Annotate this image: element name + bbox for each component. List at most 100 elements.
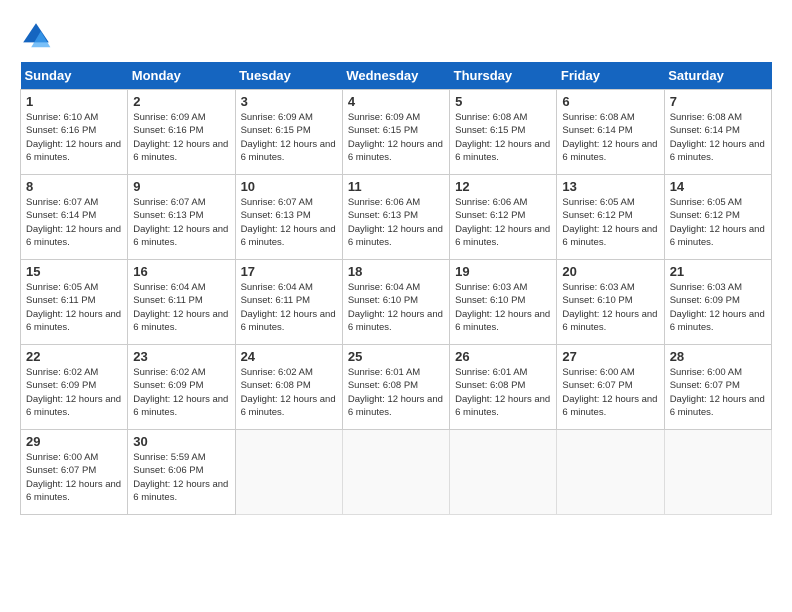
day-number: 24 (241, 349, 337, 364)
day-number: 3 (241, 94, 337, 109)
empty-cell (342, 430, 449, 515)
day-info: Sunrise: 6:07 AMSunset: 6:14 PMDaylight:… (26, 196, 122, 249)
day-info: Sunrise: 6:08 AMSunset: 6:14 PMDaylight:… (562, 111, 658, 164)
day-number: 16 (133, 264, 229, 279)
day-info: Sunrise: 6:01 AMSunset: 6:08 PMDaylight:… (455, 366, 551, 419)
calendar-day-12: 12Sunrise: 6:06 AMSunset: 6:12 PMDayligh… (450, 175, 557, 260)
calendar-day-23: 23 Sunrise: 6:02 AMSunset: 6:09 PMDayligh… (128, 345, 235, 430)
day-info: Sunrise: 6:08 AMSunset: 6:14 PMDaylight:… (670, 111, 766, 164)
day-number: 6 (562, 94, 658, 109)
calendar-week-4: 22 Sunrise: 6:02 AMSunset: 6:09 PMDayligh… (21, 345, 772, 430)
calendar-day-7: 7 Sunrise: 6:08 AMSunset: 6:14 PMDaylight… (664, 90, 771, 175)
day-info: Sunrise: 6:09 AMSunset: 6:16 PMDaylight:… (133, 111, 229, 164)
day-number: 29 (26, 434, 122, 449)
calendar-day-8: 8 Sunrise: 6:07 AMSunset: 6:14 PMDaylight… (21, 175, 128, 260)
weekday-header-saturday: Saturday (664, 62, 771, 90)
empty-cell (557, 430, 664, 515)
weekday-header-monday: Monday (128, 62, 235, 90)
calendar-day-14: 14Sunrise: 6:05 AMSunset: 6:12 PMDayligh… (664, 175, 771, 260)
calendar-day-6: 6 Sunrise: 6:08 AMSunset: 6:14 PMDaylight… (557, 90, 664, 175)
weekday-header-tuesday: Tuesday (235, 62, 342, 90)
day-info: Sunrise: 6:05 AMSunset: 6:11 PMDaylight:… (26, 281, 122, 334)
calendar-day-5: 5 Sunrise: 6:08 AMSunset: 6:15 PMDaylight… (450, 90, 557, 175)
day-number: 17 (241, 264, 337, 279)
calendar-day-30: 30 Sunrise: 5:59 AMSunset: 6:06 PMDayligh… (128, 430, 235, 515)
weekday-header-sunday: Sunday (21, 62, 128, 90)
empty-cell (450, 430, 557, 515)
day-number: 1 (26, 94, 122, 109)
calendar-day-29: 29 Sunrise: 6:00 AMSunset: 6:07 PMDayligh… (21, 430, 128, 515)
day-info: Sunrise: 6:06 AMSunset: 6:13 PMDaylight:… (348, 196, 444, 249)
day-info: Sunrise: 6:04 AMSunset: 6:11 PMDaylight:… (133, 281, 229, 334)
page-header (20, 20, 772, 52)
calendar-day-26: 26 Sunrise: 6:01 AMSunset: 6:08 PMDayligh… (450, 345, 557, 430)
calendar-day-25: 25 Sunrise: 6:01 AMSunset: 6:08 PMDayligh… (342, 345, 449, 430)
day-number: 10 (241, 179, 337, 194)
calendar-week-5: 29 Sunrise: 6:00 AMSunset: 6:07 PMDayligh… (21, 430, 772, 515)
day-info: Sunrise: 6:00 AMSunset: 6:07 PMDaylight:… (562, 366, 658, 419)
calendar-day-15: 15Sunrise: 6:05 AMSunset: 6:11 PMDayligh… (21, 260, 128, 345)
day-number: 30 (133, 434, 229, 449)
day-info: Sunrise: 6:04 AMSunset: 6:10 PMDaylight:… (348, 281, 444, 334)
day-number: 27 (562, 349, 658, 364)
day-info: Sunrise: 6:09 AMSunset: 6:15 PMDaylight:… (241, 111, 337, 164)
weekday-header-friday: Friday (557, 62, 664, 90)
calendar-day-18: 18 Sunrise: 6:04 AMSunset: 6:10 PMDayligh… (342, 260, 449, 345)
day-info: Sunrise: 6:09 AMSunset: 6:15 PMDaylight:… (348, 111, 444, 164)
day-info: Sunrise: 6:03 AMSunset: 6:10 PMDaylight:… (455, 281, 551, 334)
weekday-header-wednesday: Wednesday (342, 62, 449, 90)
calendar-day-10: 10 Sunrise: 6:07 AMSunset: 6:13 PMDayligh… (235, 175, 342, 260)
calendar-day-19: 19Sunrise: 6:03 AMSunset: 6:10 PMDayligh… (450, 260, 557, 345)
day-info: Sunrise: 6:01 AMSunset: 6:08 PMDaylight:… (348, 366, 444, 419)
day-number: 21 (670, 264, 766, 279)
calendar-day-28: 28 Sunrise: 6:00 AMSunset: 6:07 PMDayligh… (664, 345, 771, 430)
day-number: 8 (26, 179, 122, 194)
day-info: Sunrise: 6:05 AMSunset: 6:12 PMDaylight:… (562, 196, 658, 249)
calendar-day-16: 16 Sunrise: 6:04 AMSunset: 6:11 PMDayligh… (128, 260, 235, 345)
day-info: Sunrise: 6:10 AMSunset: 6:16 PMDaylight:… (26, 111, 122, 164)
calendar-day-20: 20 Sunrise: 6:03 AMSunset: 6:10 PMDayligh… (557, 260, 664, 345)
day-info: Sunrise: 6:07 AMSunset: 6:13 PMDaylight:… (241, 196, 337, 249)
calendar-day-4: 4Sunrise: 6:09 AMSunset: 6:15 PMDaylight… (342, 90, 449, 175)
day-info: Sunrise: 6:08 AMSunset: 6:15 PMDaylight:… (455, 111, 551, 164)
calendar-table: SundayMondayTuesdayWednesdayThursdayFrid… (20, 62, 772, 515)
calendar-day-22: 22 Sunrise: 6:02 AMSunset: 6:09 PMDayligh… (21, 345, 128, 430)
calendar-day-21: 21Sunrise: 6:03 AMSunset: 6:09 PMDayligh… (664, 260, 771, 345)
weekday-header-row: SundayMondayTuesdayWednesdayThursdayFrid… (21, 62, 772, 90)
day-number: 7 (670, 94, 766, 109)
empty-cell (235, 430, 342, 515)
day-info: Sunrise: 6:03 AMSunset: 6:10 PMDaylight:… (562, 281, 658, 334)
calendar-day-13: 13Sunrise: 6:05 AMSunset: 6:12 PMDayligh… (557, 175, 664, 260)
day-number: 2 (133, 94, 229, 109)
day-number: 9 (133, 179, 229, 194)
logo-icon (20, 20, 52, 52)
day-number: 25 (348, 349, 444, 364)
calendar-day-17: 17 Sunrise: 6:04 AMSunset: 6:11 PMDayligh… (235, 260, 342, 345)
day-info: Sunrise: 6:04 AMSunset: 6:11 PMDaylight:… (241, 281, 337, 334)
day-info: Sunrise: 6:02 AMSunset: 6:08 PMDaylight:… (241, 366, 337, 419)
day-info: Sunrise: 6:00 AMSunset: 6:07 PMDaylight:… (26, 451, 122, 504)
calendar-week-2: 8 Sunrise: 6:07 AMSunset: 6:14 PMDaylight… (21, 175, 772, 260)
day-number: 12 (455, 179, 551, 194)
day-number: 26 (455, 349, 551, 364)
empty-cell (664, 430, 771, 515)
day-info: Sunrise: 6:02 AMSunset: 6:09 PMDaylight:… (133, 366, 229, 419)
calendar-day-3: 3 Sunrise: 6:09 AMSunset: 6:15 PMDaylight… (235, 90, 342, 175)
logo (20, 20, 56, 52)
day-number: 20 (562, 264, 658, 279)
day-number: 18 (348, 264, 444, 279)
day-number: 28 (670, 349, 766, 364)
day-info: Sunrise: 6:02 AMSunset: 6:09 PMDaylight:… (26, 366, 122, 419)
day-number: 11 (348, 179, 444, 194)
calendar-week-1: 1 Sunrise: 6:10 AMSunset: 6:16 PMDaylight… (21, 90, 772, 175)
day-number: 23 (133, 349, 229, 364)
calendar-day-24: 24 Sunrise: 6:02 AMSunset: 6:08 PMDayligh… (235, 345, 342, 430)
day-info: Sunrise: 6:00 AMSunset: 6:07 PMDaylight:… (670, 366, 766, 419)
day-number: 14 (670, 179, 766, 194)
day-info: Sunrise: 5:59 AMSunset: 6:06 PMDaylight:… (133, 451, 229, 504)
day-number: 5 (455, 94, 551, 109)
calendar-day-9: 9Sunrise: 6:07 AMSunset: 6:13 PMDaylight… (128, 175, 235, 260)
calendar-day-11: 11 Sunrise: 6:06 AMSunset: 6:13 PMDayligh… (342, 175, 449, 260)
calendar-day-2: 2 Sunrise: 6:09 AMSunset: 6:16 PMDaylight… (128, 90, 235, 175)
day-number: 22 (26, 349, 122, 364)
